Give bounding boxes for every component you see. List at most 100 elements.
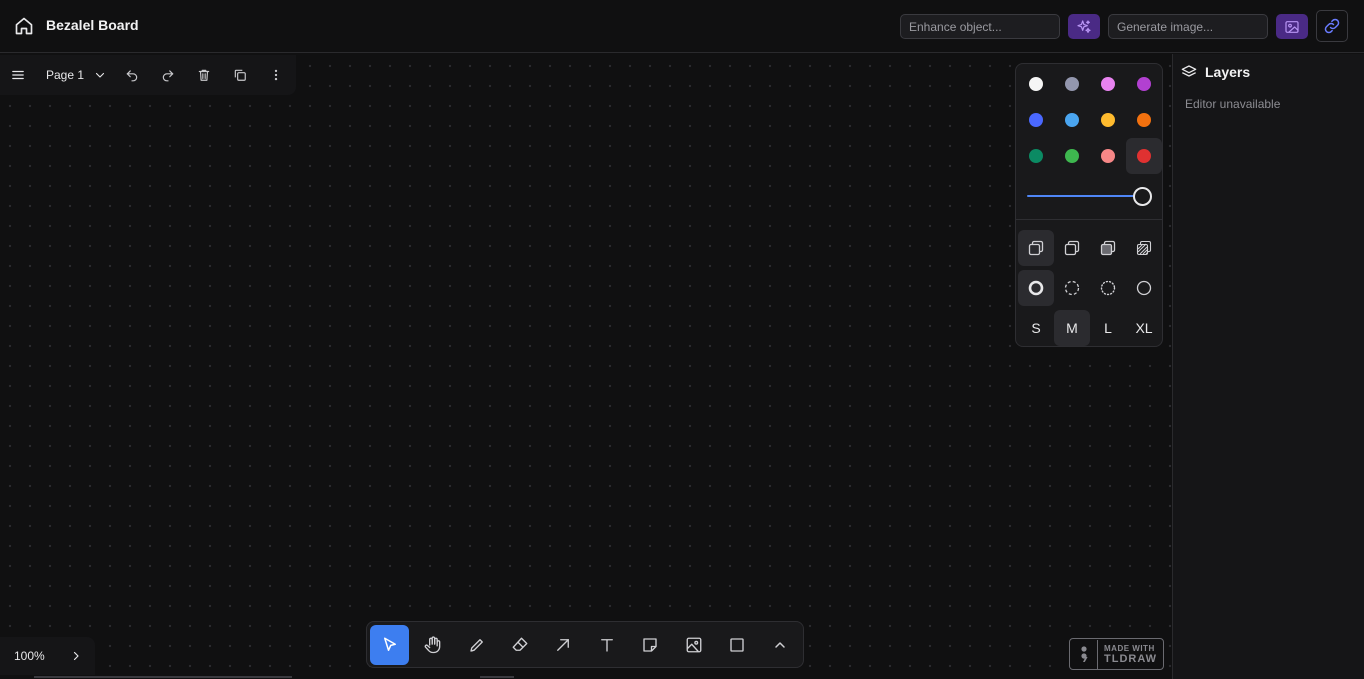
enhance-button[interactable]	[1068, 14, 1100, 39]
tool-bar	[366, 621, 804, 668]
color-dot	[1029, 113, 1043, 127]
home-button[interactable]	[12, 14, 36, 38]
enhance-object-input[interactable]	[900, 14, 1060, 39]
horizontal-scrollbar[interactable]	[34, 676, 292, 678]
zoom-level[interactable]: 100%	[14, 649, 45, 663]
color-swatch-green[interactable]	[1018, 138, 1054, 174]
page-name: Page 1	[46, 68, 85, 82]
top-bar: Bezalel Board	[0, 0, 1364, 53]
color-dot	[1029, 77, 1043, 91]
watermark-line2: TLDRAW	[1104, 653, 1158, 665]
fill-solid-icon	[1100, 240, 1116, 256]
chevron-down-icon	[95, 72, 105, 78]
more-vertical-icon	[274, 69, 278, 81]
color-swatch-yellow[interactable]	[1090, 102, 1126, 138]
layers-sidebar: Layers Editor unavailable	[1172, 54, 1364, 679]
cursor-icon	[383, 637, 396, 651]
color-dot	[1101, 149, 1115, 163]
tool-text[interactable]	[587, 625, 626, 665]
fill-none-option[interactable]	[1018, 230, 1054, 266]
color-swatch-white[interactable]	[1018, 66, 1054, 102]
trash-icon	[198, 69, 210, 81]
size-option-l[interactable]: L	[1090, 310, 1126, 346]
color-swatch-blue[interactable]	[1018, 102, 1054, 138]
main-menu-button[interactable]	[0, 57, 36, 93]
color-swatch-light-red[interactable]	[1090, 138, 1126, 174]
color-swatch-light-violet[interactable]	[1090, 66, 1126, 102]
fill-semi-option[interactable]	[1054, 230, 1090, 266]
redo-button[interactable]	[150, 57, 186, 93]
fill-pattern-icon	[1136, 240, 1152, 256]
more-actions-button[interactable]	[258, 57, 294, 93]
hamburger-icon	[12, 70, 24, 80]
layers-header: Layers	[1181, 64, 1250, 80]
color-swatch-violet[interactable]	[1126, 66, 1162, 102]
opacity-track	[1027, 195, 1144, 197]
fill-pattern-option[interactable]	[1126, 230, 1162, 266]
opacity-thumb[interactable]	[1133, 187, 1152, 206]
undo-button[interactable]	[114, 57, 150, 93]
style-panel: S M L XL	[1015, 63, 1163, 347]
page-selector[interactable]: Page 1	[36, 57, 114, 93]
chevron-up-icon	[775, 641, 786, 648]
size-option-s[interactable]: S	[1018, 310, 1054, 346]
color-swatch-light-green[interactable]	[1054, 138, 1090, 174]
color-swatch-red[interactable]	[1126, 138, 1162, 174]
tool-select[interactable]	[370, 624, 410, 665]
sparkles-icon	[1077, 19, 1091, 33]
color-dot	[1137, 113, 1151, 127]
color-dot	[1065, 77, 1079, 91]
duplicate-button[interactable]	[222, 57, 258, 93]
fill-solid-option[interactable]	[1090, 230, 1126, 266]
tool-eraser[interactable]	[500, 625, 539, 665]
dash-draw-option[interactable]	[1018, 270, 1054, 306]
color-swatch-grey[interactable]	[1054, 66, 1090, 102]
fill-semi-icon	[1064, 240, 1080, 256]
dash-solid-icon	[1136, 280, 1152, 296]
eraser-icon	[512, 637, 528, 651]
tool-hand[interactable]	[413, 625, 452, 665]
layers-status: Editor unavailable	[1185, 97, 1281, 111]
link-icon	[1324, 18, 1340, 34]
size-option-m[interactable]: M	[1054, 310, 1090, 346]
minimap-toggle-button[interactable]	[64, 645, 88, 667]
redo-icon	[162, 70, 174, 82]
generate-image-input[interactable]	[1108, 14, 1268, 39]
generate-image-button[interactable]	[1276, 14, 1308, 39]
arrow-icon	[557, 638, 570, 651]
drawing-canvas[interactable]	[0, 54, 1172, 679]
color-dot	[1101, 77, 1115, 91]
made-with-tldraw-badge[interactable]: MADE WITH TLDRAW	[1069, 638, 1164, 670]
image-icon	[686, 637, 701, 652]
duplicate-icon	[234, 69, 246, 81]
tool-draw[interactable]	[457, 625, 496, 665]
page-menu-bar: Page 1	[0, 55, 296, 95]
chevron-right-icon	[73, 651, 79, 661]
size-option-xl[interactable]: XL	[1126, 310, 1162, 346]
tool-more[interactable]	[761, 625, 800, 665]
layers-title: Layers	[1205, 64, 1251, 80]
tool-asset[interactable]	[674, 625, 713, 665]
hand-icon	[424, 635, 441, 653]
color-swatch-orange[interactable]	[1126, 102, 1162, 138]
tool-arrow[interactable]	[544, 625, 583, 665]
sticky-note-icon	[643, 637, 657, 652]
tool-note[interactable]	[630, 625, 669, 665]
color-swatch-light-blue[interactable]	[1054, 102, 1090, 138]
tool-rectangle[interactable]	[717, 625, 756, 665]
color-dot	[1065, 149, 1079, 163]
dash-dashed-option[interactable]	[1054, 270, 1090, 306]
size-options: S M L XL	[1018, 310, 1162, 346]
image-icon	[1285, 20, 1299, 33]
dash-dotted-option[interactable]	[1090, 270, 1126, 306]
fill-options	[1018, 230, 1162, 266]
fill-none-icon	[1028, 240, 1044, 256]
share-link-button[interactable]	[1316, 10, 1348, 42]
color-dot	[1065, 113, 1079, 127]
layers-icon	[1181, 65, 1197, 77]
delete-button[interactable]	[186, 57, 222, 93]
app-title: Bezalel Board	[46, 17, 139, 33]
opacity-slider[interactable]	[1026, 186, 1154, 206]
dash-solid-option[interactable]	[1126, 270, 1162, 306]
dash-options	[1018, 270, 1162, 306]
